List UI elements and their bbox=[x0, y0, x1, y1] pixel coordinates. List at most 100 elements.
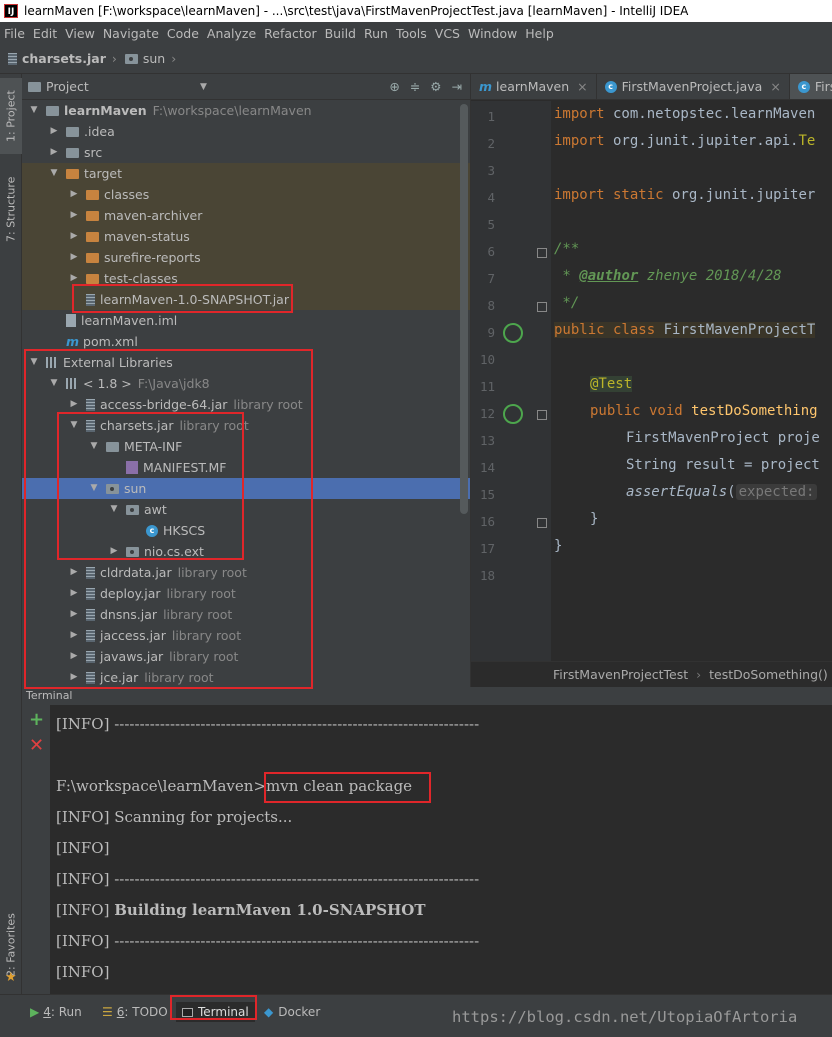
sync-icon[interactable]: ⊕ bbox=[389, 79, 399, 94]
chevron-down-icon[interactable]: ▼ bbox=[88, 436, 100, 457]
fold-icon[interactable] bbox=[537, 302, 547, 312]
tree-node[interactable]: ▶ jaccess.jar library root bbox=[22, 625, 470, 646]
menu-run[interactable]: Run bbox=[360, 26, 392, 41]
todo-tool-button[interactable]: ☰ 6: TODO bbox=[102, 1002, 168, 1022]
chevron-down-icon[interactable]: ▼ bbox=[48, 373, 60, 394]
chevron-right-icon[interactable]: ▶ bbox=[68, 247, 80, 268]
tree-node[interactable]: m pom.xml bbox=[22, 331, 470, 352]
chevron-right-icon[interactable]: ▶ bbox=[68, 583, 80, 604]
tree-node[interactable]: ▼ < 1.8 > F:\Java\jdk8 bbox=[22, 373, 470, 394]
fold-icon[interactable] bbox=[537, 410, 547, 420]
breadcrumb-sun[interactable]: sun › bbox=[117, 51, 176, 66]
terminal-output[interactable]: [INFO] ---------------------------------… bbox=[50, 705, 832, 994]
tree-node[interactable]: ▼ sun bbox=[22, 478, 470, 499]
tab-label: FirstMavenProject.java bbox=[621, 79, 763, 94]
chevron-down-icon[interactable]: ▼ bbox=[68, 415, 80, 436]
tree-node[interactable]: ▼ META-INF bbox=[22, 436, 470, 457]
tree-node[interactable]: c HKSCS bbox=[22, 520, 470, 541]
tree-node[interactable]: ▶ dnsns.jar library root bbox=[22, 604, 470, 625]
chevron-right-icon[interactable]: ▶ bbox=[68, 268, 80, 289]
menu-window[interactable]: Window bbox=[464, 26, 521, 41]
tree-node[interactable]: ▶ deploy.jar library root bbox=[22, 583, 470, 604]
close-icon[interactable]: ✕ bbox=[29, 735, 44, 756]
menu-build[interactable]: Build bbox=[321, 26, 360, 41]
menu-edit[interactable]: Edit bbox=[29, 26, 61, 41]
docker-tool-button[interactable]: ◆ Docker bbox=[264, 1002, 320, 1022]
tree-node[interactable]: ▶ src bbox=[22, 142, 470, 163]
terminal-tool-button[interactable]: Terminal bbox=[176, 1002, 255, 1022]
tab-learnmaven[interactable]: m learnMaven × bbox=[471, 74, 597, 99]
chevron-right-icon[interactable]: ▶ bbox=[68, 394, 80, 415]
tree-node[interactable]: ▶ classes bbox=[22, 184, 470, 205]
chevron-right-icon[interactable]: ▶ bbox=[68, 625, 80, 646]
jar-icon bbox=[86, 566, 95, 579]
tree-node[interactable]: ▼ target bbox=[22, 163, 470, 184]
folder-icon bbox=[66, 126, 79, 137]
breadcrumb-class[interactable]: FirstMavenProjectTest bbox=[553, 667, 688, 682]
tree-node[interactable]: ▶ cldrdata.jar library root bbox=[22, 562, 470, 583]
menu-code[interactable]: Code bbox=[163, 26, 203, 41]
tree-node[interactable]: ▶ test-classes bbox=[22, 268, 470, 289]
tree-node[interactable]: ▼ awt bbox=[22, 499, 470, 520]
tree-node[interactable]: ▶ .idea bbox=[22, 121, 470, 142]
hide-icon[interactable]: ⇥ bbox=[452, 79, 462, 94]
code-line-1: import com.netopstec.learnMaven bbox=[554, 106, 816, 122]
tree-node[interactable]: ▶ access-bridge-64.jar library root bbox=[22, 394, 470, 415]
chevron-down-icon[interactable]: ▼ bbox=[108, 499, 120, 520]
dropdown-arrow-icon[interactable]: ▼ bbox=[200, 82, 207, 92]
menu-refactor[interactable]: Refactor bbox=[260, 26, 320, 41]
tree-node[interactable]: ▶ maven-status bbox=[22, 226, 470, 247]
tree-node[interactable]: ▼ charsets.jar library root bbox=[22, 415, 470, 436]
tree-node[interactable]: ▶ nio.cs.ext bbox=[22, 541, 470, 562]
tree-node[interactable]: ▶ surefire-reports bbox=[22, 247, 470, 268]
tree-node[interactable]: ▶ maven-archiver bbox=[22, 205, 470, 226]
chevron-right-icon[interactable]: ▶ bbox=[68, 184, 80, 205]
fold-icon[interactable] bbox=[537, 248, 547, 258]
close-icon[interactable]: × bbox=[577, 79, 587, 94]
chevron-right-icon[interactable]: ▶ bbox=[68, 646, 80, 667]
menu-file[interactable]: File bbox=[0, 26, 29, 41]
project-view-selector[interactable]: Project bbox=[46, 79, 89, 94]
tree-node[interactable]: learnMaven.iml bbox=[22, 310, 470, 331]
menu-vcs[interactable]: VCS bbox=[431, 26, 464, 41]
breadcrumb-charsets-jar[interactable]: charsets.jar › bbox=[0, 51, 117, 66]
menu-navigate[interactable]: Navigate bbox=[99, 26, 163, 41]
gear-icon[interactable]: ⚙ bbox=[430, 79, 441, 94]
fold-icon[interactable] bbox=[537, 518, 547, 528]
close-icon[interactable]: × bbox=[770, 79, 780, 94]
structure-tool-tab[interactable]: 7: Structure bbox=[0, 166, 22, 252]
menu-tools[interactable]: Tools bbox=[392, 26, 431, 41]
chevron-right-icon[interactable]: ▶ bbox=[68, 667, 80, 685]
chevron-right-icon[interactable]: ▶ bbox=[68, 205, 80, 226]
chevron-right-icon[interactable]: ▶ bbox=[68, 604, 80, 625]
project-tool-tab[interactable]: 1: Project bbox=[0, 78, 22, 154]
tree-node[interactable]: ▶ jce.jar library root bbox=[22, 667, 470, 685]
tree-node[interactable]: MANIFEST.MF bbox=[22, 457, 470, 478]
menu-view[interactable]: View bbox=[61, 26, 99, 41]
chevron-right-icon[interactable]: ▶ bbox=[68, 562, 80, 583]
menu-help[interactable]: Help bbox=[521, 26, 558, 41]
collapse-icon[interactable]: ≑ bbox=[410, 79, 420, 94]
chevron-down-icon[interactable]: ▼ bbox=[28, 100, 40, 121]
chevron-right-icon[interactable]: ▶ bbox=[48, 121, 60, 142]
menu-analyze[interactable]: Analyze bbox=[203, 26, 260, 41]
tree-node[interactable]: ▼ External Libraries bbox=[22, 352, 470, 373]
project-scrollbar[interactable] bbox=[460, 104, 468, 514]
chevron-right-icon[interactable]: ▶ bbox=[48, 142, 60, 163]
add-icon[interactable]: + bbox=[29, 709, 44, 730]
tab-firstmavenprojecttest[interactable]: c FirstM bbox=[789, 74, 832, 99]
run-test-icon[interactable] bbox=[503, 404, 523, 424]
run-tool-button[interactable]: ▶ 4: Run bbox=[30, 1002, 82, 1022]
breadcrumb-method[interactable]: testDoSomething() bbox=[709, 667, 828, 682]
tree-node[interactable]: ▶ javaws.jar library root bbox=[22, 646, 470, 667]
chevron-right-icon[interactable]: ▶ bbox=[68, 226, 80, 247]
tree-node[interactable]: learnMaven-1.0-SNAPSHOT.jar bbox=[22, 289, 470, 310]
chevron-down-icon[interactable]: ▼ bbox=[28, 352, 40, 373]
jar-icon bbox=[86, 671, 95, 684]
run-test-icon[interactable] bbox=[503, 323, 523, 343]
chevron-down-icon[interactable]: ▼ bbox=[88, 478, 100, 499]
tree-node[interactable]: ▼ learnMaven F:\workspace\learnMaven bbox=[22, 100, 470, 121]
chevron-down-icon[interactable]: ▼ bbox=[48, 163, 60, 184]
tab-firstmavenproject[interactable]: c FirstMavenProject.java × bbox=[597, 74, 790, 99]
chevron-right-icon[interactable]: ▶ bbox=[108, 541, 120, 562]
